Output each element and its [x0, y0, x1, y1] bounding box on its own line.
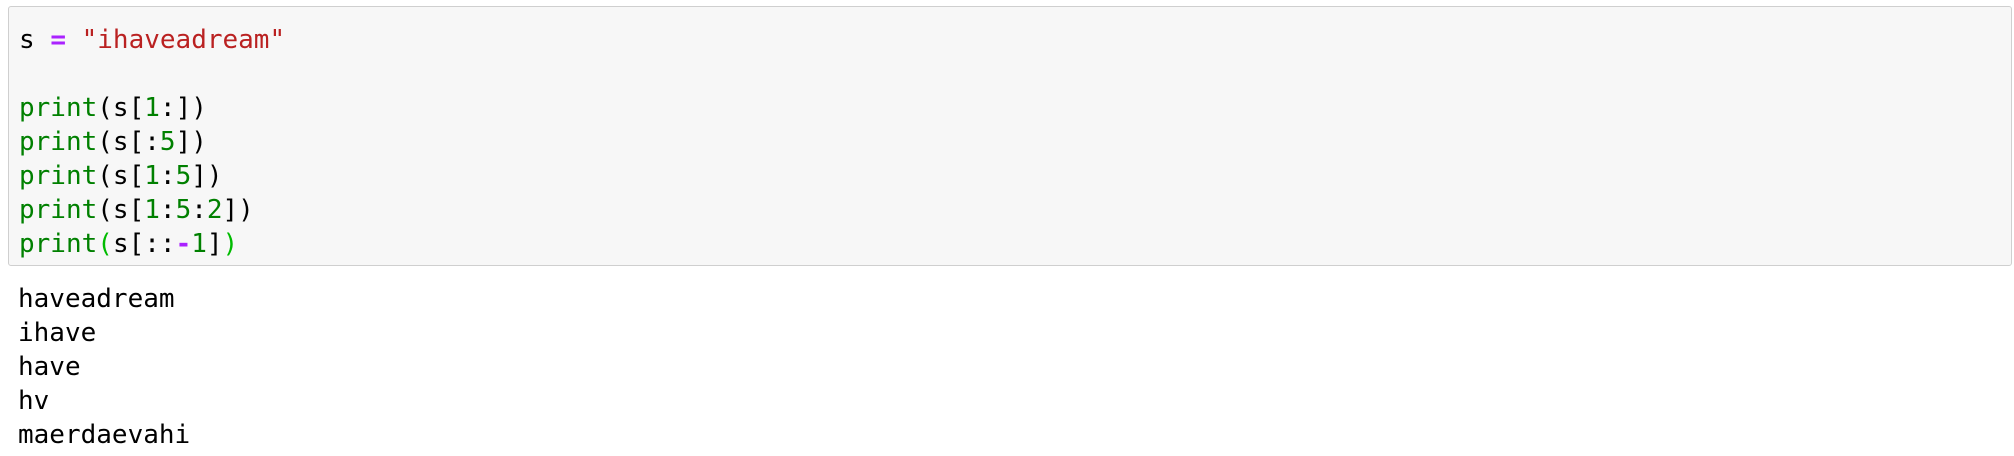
print-keyword: print — [19, 127, 98, 157]
code-token: (s[ — [97, 93, 145, 123]
code-token: ] — [206, 229, 223, 259]
code-line-4: print(s[:5]) — [19, 125, 285, 159]
print-keyword: print — [19, 195, 98, 225]
code-token: : — [159, 195, 176, 225]
print-keyword: print — [19, 161, 98, 191]
print-keyword: print — [19, 93, 98, 123]
code-editor[interactable]: s = "ihaveadream" print(s[1:]) print(s[:5]… — [19, 23, 285, 261]
output-line: haveadream — [18, 284, 175, 314]
code-token: ]) — [222, 195, 254, 225]
code-token: ]) — [175, 93, 207, 123]
number-token: 2 — [206, 195, 223, 225]
number-token: 1 — [144, 93, 160, 123]
number-token: 1 — [144, 161, 160, 191]
code-token: :: — [144, 229, 176, 259]
code-line-5: print(s[1:5]) — [19, 159, 285, 193]
number-token: 1 — [191, 229, 207, 259]
code-token: (s[ — [97, 161, 145, 191]
code-token: : — [191, 195, 207, 225]
output-line: ihave — [18, 318, 97, 348]
code-line-2-blank — [19, 57, 285, 91]
code-token: : — [144, 127, 160, 157]
code-token: (s[ — [97, 127, 145, 157]
code-line-1: s = "ihaveadream" — [19, 23, 285, 57]
code-line-7: print(s[::-1]) — [19, 227, 285, 261]
string-literal: "ihaveadream" — [81, 25, 286, 55]
number-token: 5 — [175, 161, 192, 191]
number-token: 5 — [159, 127, 176, 157]
print-keyword: print — [19, 229, 98, 259]
var-token: s — [19, 25, 35, 55]
code-token: ]) — [191, 161, 223, 191]
code-line-6: print(s[1:5:2]) — [19, 193, 285, 227]
output-line: hv — [18, 386, 50, 416]
code-token: : — [159, 93, 176, 123]
code-token: : — [159, 161, 176, 191]
number-token: 5 — [175, 195, 192, 225]
output-line: maerdaevahi — [18, 420, 191, 450]
number-token: 1 — [144, 195, 160, 225]
code-line-3: print(s[1:]) — [19, 91, 285, 125]
code-cell-input[interactable]: s = "ihaveadream" print(s[1:]) print(s[:5]… — [8, 6, 2012, 266]
code-token: ]) — [175, 127, 207, 157]
matched-paren-close: ) — [222, 229, 239, 259]
code-token: (s[ — [97, 195, 145, 225]
minus-operator: - — [175, 229, 192, 259]
output-line: have — [18, 352, 81, 382]
code-token: s[ — [112, 229, 145, 259]
assign-operator: = — [50, 25, 66, 55]
cell-output: haveadream ihave have hv maerdaevahi — [18, 282, 190, 452]
matched-paren-open: ( — [97, 229, 113, 259]
